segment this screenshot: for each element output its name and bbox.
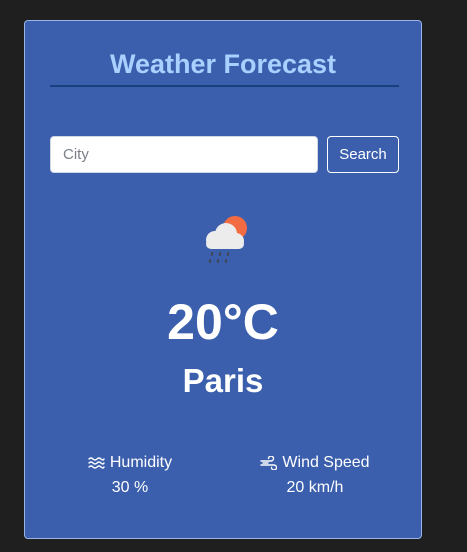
rain-cloud-sun-icon xyxy=(195,211,253,269)
title-divider xyxy=(50,85,399,87)
city-search-input[interactable] xyxy=(50,136,318,173)
humidity-value: 30 % xyxy=(111,479,149,496)
temperature-value: 20°C xyxy=(167,294,279,350)
city-name: Paris xyxy=(182,362,264,399)
page-title: Weather Forecast xyxy=(109,49,337,79)
humidity-label: Humidity xyxy=(109,454,173,471)
humidity-waves-icon xyxy=(88,456,105,470)
wind-speed-stat: Wind Speed 20 km/h xyxy=(240,452,390,499)
wind-icon xyxy=(260,456,278,470)
weather-card: Weather Forecast Search 20°C Paris xyxy=(24,20,422,539)
wind-speed-label: Wind Speed xyxy=(282,454,370,471)
search-button[interactable]: Search xyxy=(327,136,399,173)
humidity-stat: Humidity 30 % xyxy=(55,452,205,499)
wind-speed-value: 20 km/h xyxy=(286,479,344,496)
